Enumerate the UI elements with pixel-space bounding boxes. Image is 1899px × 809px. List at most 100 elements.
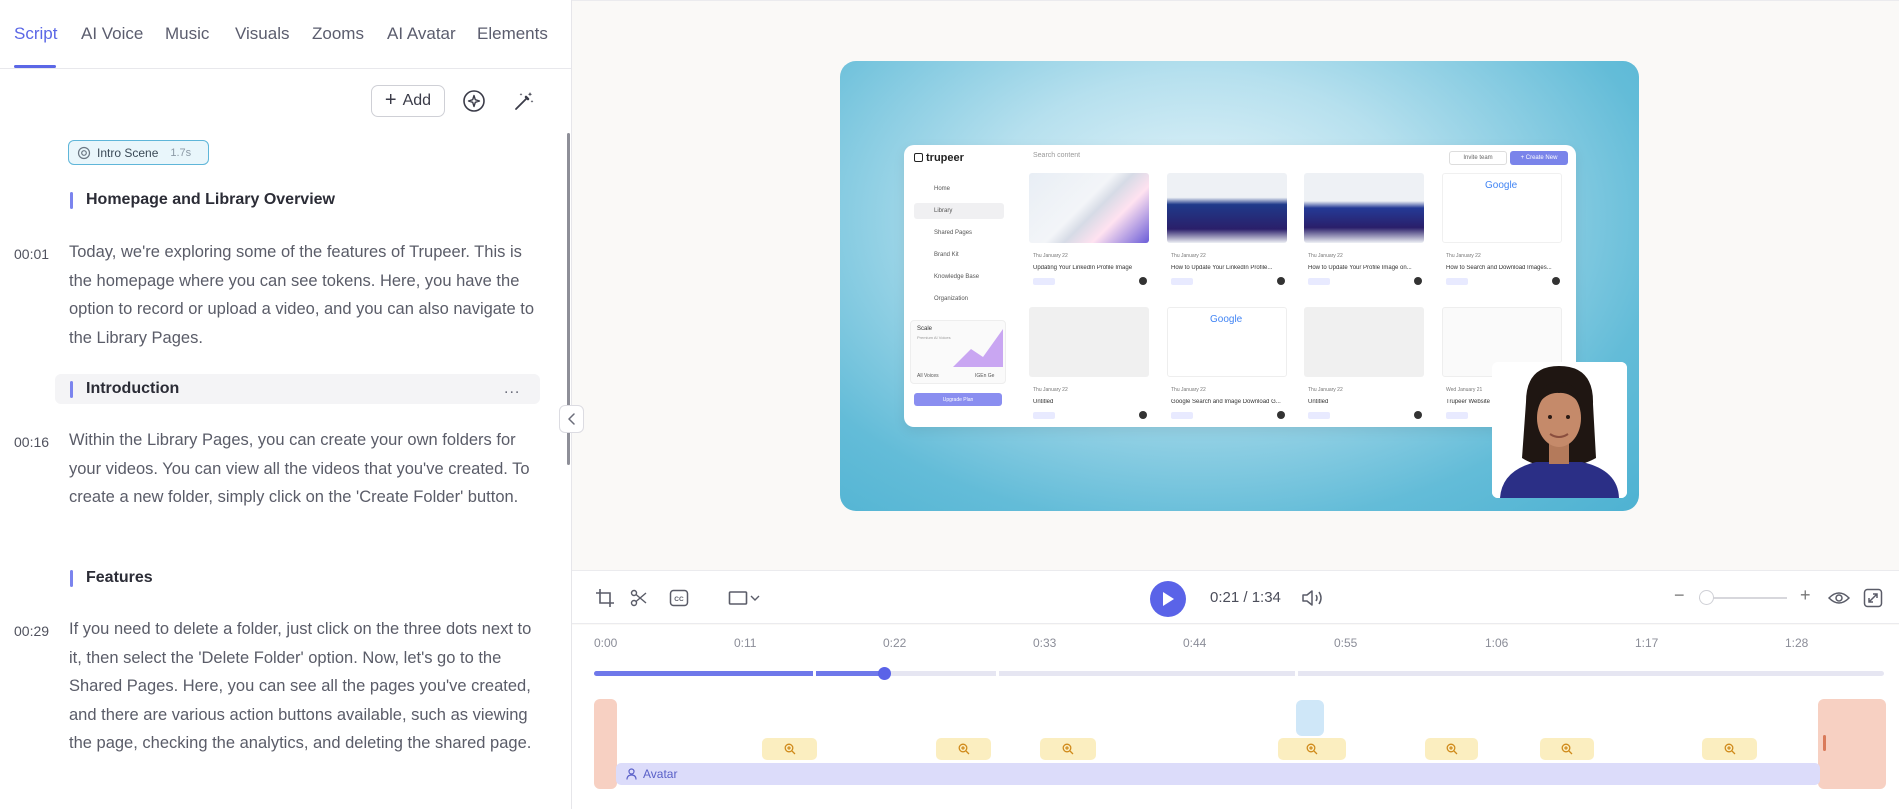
section-more-menu-icon[interactable]: ... (504, 380, 520, 398)
expand-icon (1863, 588, 1883, 608)
outro-clip[interactable] (1818, 699, 1886, 789)
zoom-in-icon (1561, 743, 1573, 755)
editor-area: trupeer Search content Invite team + Cre… (572, 0, 1899, 809)
tab-ai-voice[interactable]: AI Voice (81, 24, 143, 44)
volume-icon (1302, 590, 1322, 606)
script-paragraph[interactable]: Within the Library Pages, you can create… (69, 426, 539, 512)
preview-card: Google Thu January 22 How to Search and D… (1442, 173, 1572, 303)
time-tick: 1:17 (1635, 636, 1659, 650)
preview-create-button: + Create New (1510, 151, 1568, 165)
tab-script[interactable]: Script (14, 24, 57, 44)
volume-button[interactable] (1300, 585, 1326, 611)
section-title: Introduction (86, 380, 180, 397)
section-heading[interactable]: Introduction (70, 380, 179, 398)
person-icon (626, 768, 637, 780)
preview-nav-item: Knowledge Base (934, 274, 980, 280)
playhead[interactable] (878, 667, 892, 680)
section-accent-bar (70, 191, 73, 209)
zoom-slider-handle[interactable] (1699, 590, 1714, 605)
svg-text:CC: CC (674, 596, 684, 603)
add-button-label: Add (402, 92, 432, 109)
video-preview-canvas[interactable]: trupeer Search content Invite team + Cre… (840, 61, 1639, 511)
preview-promo-card: Scale Premium AI Voices All Voices IGEn … (910, 320, 1006, 384)
scissors-icon (630, 589, 647, 607)
intro-scene-duration: 1.7s (170, 146, 192, 159)
preview-nav-item: Brand Kit (934, 252, 959, 258)
playback-timecode: 0:21 / 1:34 (1210, 589, 1281, 606)
player-controls: CC 0:21 / 1:34 − + (572, 570, 1899, 624)
time-tick: 0:44 (1183, 636, 1207, 650)
zoom-in-icon (1062, 743, 1074, 755)
preview-nav-item: Home (934, 186, 951, 192)
zoom-out-button[interactable]: − (1674, 585, 1685, 606)
zoom-in-button[interactable]: + (1800, 585, 1811, 606)
closed-captions-icon: CC (669, 589, 689, 607)
tab-ai-avatar[interactable]: AI Avatar (387, 24, 456, 44)
sparkle-circle-icon (463, 90, 485, 112)
play-button[interactable] (1150, 581, 1186, 617)
zoom-effect-chip[interactable] (1702, 738, 1757, 760)
preview-screenshot: trupeer Search content Invite team + Cre… (904, 145, 1576, 427)
captions-button[interactable]: CC (666, 585, 692, 611)
add-button[interactable]: + Add (371, 85, 445, 117)
scene-divider (1295, 669, 1298, 678)
avatar-track-label: Avatar (643, 767, 678, 781)
timeline-progress-fill (594, 671, 885, 676)
clip-resize-handle[interactable] (1823, 735, 1826, 751)
aspect-ratio-dropdown[interactable] (722, 585, 766, 611)
ai-avatar-overlay[interactable] (1492, 362, 1627, 498)
preview-nav-item: Shared Pages (934, 230, 973, 236)
preview-visibility-button[interactable] (1826, 585, 1852, 611)
zoom-in-icon (1724, 743, 1735, 755)
preview-card: Google Thu January 22 Google Search and I… (1167, 307, 1297, 427)
preview-upgrade-button: Upgrade Plan (914, 393, 1002, 406)
avatar-track[interactable]: Avatar (616, 763, 1820, 785)
section-heading[interactable]: Features (70, 569, 153, 587)
collapse-panel-button[interactable] (559, 405, 584, 433)
zoom-effect-chip[interactable] (1278, 738, 1346, 760)
zoom-effect-chip[interactable] (1425, 738, 1478, 760)
tab-visuals[interactable]: Visuals (235, 24, 290, 44)
time-tick: 1:28 (1785, 636, 1809, 650)
zoom-effect-chip[interactable] (936, 738, 991, 760)
magic-wand-button[interactable] (511, 88, 537, 114)
fullscreen-button[interactable] (1860, 585, 1886, 611)
scene-marker[interactable] (1296, 700, 1324, 736)
preview-card: Thu January 22 Untitled (1304, 307, 1434, 427)
intro-clip[interactable] (594, 699, 617, 789)
timestamp: 00:29 (14, 623, 50, 639)
ai-sparkle-button[interactable] (461, 88, 487, 114)
timeline[interactable]: 0:00 0:11 0:22 0:33 0:44 0:55 1:06 1:17 … (572, 625, 1899, 809)
preview-card: Thu January 22 Untitled (1029, 307, 1159, 427)
section-heading[interactable]: Homepage and Library Overview (70, 191, 335, 209)
preview-nav-item: Organization (934, 296, 969, 302)
zoom-effect-chip[interactable] (1040, 738, 1096, 760)
preview-card: Thu January 22 How to Update Your Profile… (1304, 173, 1434, 303)
zoom-in-icon (1446, 743, 1457, 755)
tab-elements[interactable]: Elements (477, 24, 548, 44)
script-paragraph[interactable]: Today, we're exploring some of the featu… (69, 238, 539, 352)
preview-invite-button: Invite team (1449, 151, 1507, 165)
split-button[interactable] (626, 585, 652, 611)
preview-search: Search content (1033, 152, 1081, 159)
crop-icon (596, 589, 614, 607)
intro-scene-label: Intro Scene (97, 145, 159, 160)
section-accent-bar (70, 569, 73, 587)
active-tab-indicator (14, 65, 56, 68)
time-tick: 1:06 (1485, 636, 1509, 650)
time-tick: 0:00 (594, 636, 618, 650)
timestamp: 00:16 (14, 434, 50, 450)
eye-icon (1828, 592, 1850, 604)
zoom-in-icon (1306, 743, 1318, 755)
script-paragraph[interactable]: If you need to delete a folder, just cli… (69, 615, 539, 758)
chevron-left-icon (567, 413, 575, 425)
tab-music[interactable]: Music (165, 24, 209, 44)
tab-zooms[interactable]: Zooms (312, 24, 364, 44)
time-tick: 0:33 (1033, 636, 1057, 650)
crop-button[interactable] (592, 585, 618, 611)
zoom-effect-chip[interactable] (762, 738, 817, 760)
preview-card: Thu January 22 Updating Your LinkedIn Pro… (1029, 173, 1159, 303)
zoom-effect-chip[interactable] (1540, 738, 1594, 760)
intro-scene-chip[interactable]: Intro Scene 1.7s (68, 140, 209, 165)
time-tick: 0:22 (883, 636, 907, 650)
